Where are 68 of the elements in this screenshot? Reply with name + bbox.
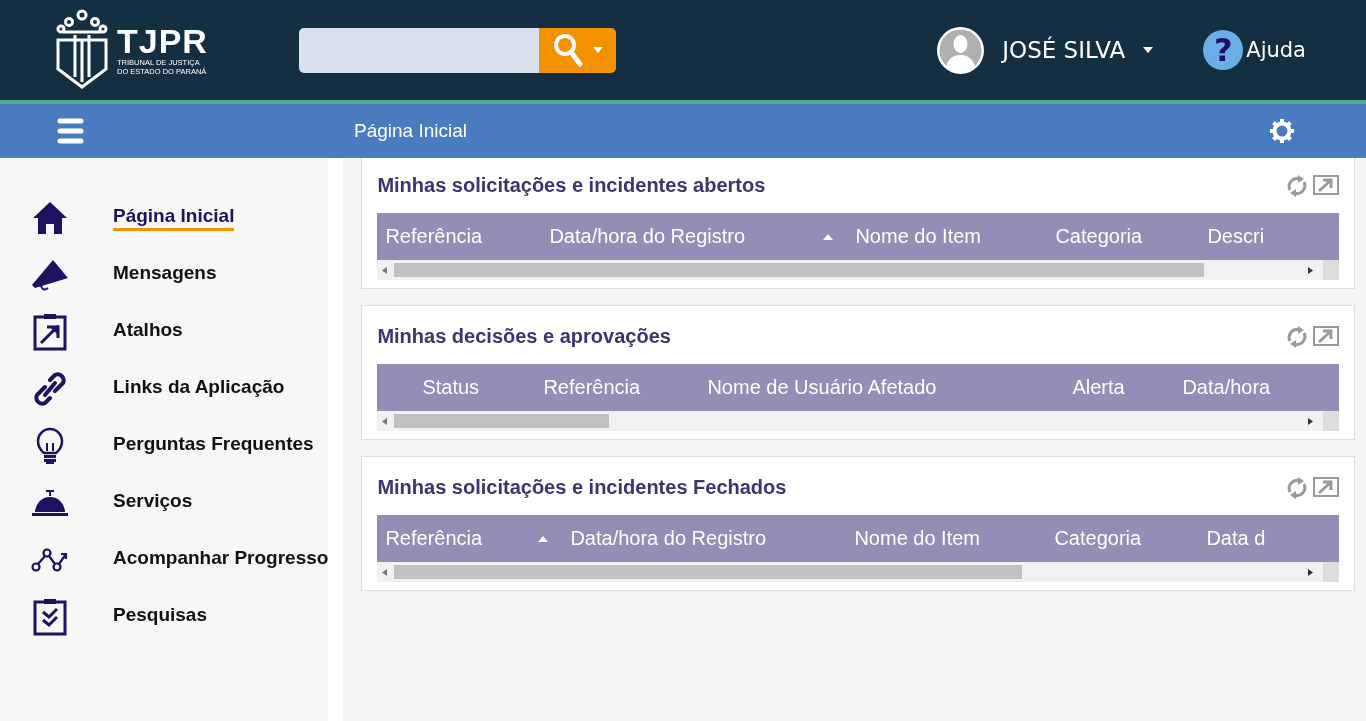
scroll-right-icon [1308,417,1314,425]
horizontal-scrollbar[interactable] [377,562,1340,582]
horizontal-scrollbar[interactable] [377,411,1340,431]
link-icon [32,369,67,408]
help-icon: ? [1203,30,1244,70]
user-menu[interactable]: JOSÉ SILVA [937,26,1154,74]
expand-button[interactable] [1313,325,1340,348]
scrollbar-thumb[interactable] [394,263,1205,277]
menu-icon [57,118,84,144]
help-link[interactable]: ? Ajuda [1203,30,1306,70]
column-header[interactable]: Nome do Item [846,527,1047,550]
panel-title: Minhas solicitações e incidentes abertos [377,174,766,197]
column-header[interactable]: Categoria [1046,527,1199,550]
column-header[interactable]: Nome do Item [847,225,1048,248]
scroll-left-icon [382,417,388,425]
expand-icon [1313,476,1340,497]
sidebar-item[interactable]: Mensagens [0,246,329,303]
column-header[interactable]: Descri [1199,225,1340,248]
scroll-right-icon [1308,568,1314,576]
sidebar-item[interactable]: Atalhos [0,303,329,360]
sidebar-item[interactable]: Acompanhar Progresso [0,531,329,588]
settings-icon [1270,119,1294,143]
caret-icon [592,47,603,53]
lightbulb-icon [35,426,64,465]
scroll-left-icon [382,568,388,576]
column-header[interactable]: Referência [377,527,563,550]
avatar-icon [937,26,985,74]
settings-button[interactable] [1270,119,1294,143]
page-title: Página Inicial [354,120,469,142]
sidebar-item[interactable]: Links da Aplicação [0,360,329,417]
scrollbar-corner [1323,411,1340,431]
expand-icon [1313,325,1340,346]
column-header[interactable]: Data/hora [1174,376,1335,399]
panel-title: Minhas decisões e aprovações [377,325,671,348]
column-header[interactable]: Nome de Usuário Afetado [699,376,1065,399]
sidebar-item[interactable]: Página Inicial [0,189,329,246]
scrollbar-thumb[interactable] [394,414,610,428]
column-header[interactable]: Categoria [1047,225,1200,248]
scroll-left-icon [382,266,388,274]
sidebar-item[interactable]: Serviços [0,474,329,531]
logo-text: TJPR [117,24,208,58]
search-icon [552,33,583,67]
column-header[interactable]: Data d [1198,527,1339,550]
column-header[interactable]: Data/hora do Registro [541,225,848,248]
column-header[interactable]: Referência [535,376,700,399]
scrollbar-corner [1323,562,1340,582]
search-field[interactable] [299,27,539,73]
clipboard-check-icon [32,597,67,636]
panel-title: Minhas solicitações e incidentes Fechados [377,476,787,499]
service-bell-icon [30,488,69,517]
menu-button[interactable] [57,118,84,144]
scrollbar-thumb[interactable] [394,565,1023,579]
column-header[interactable]: Data/hora do Registro [562,527,847,550]
search-button[interactable] [539,27,616,73]
scroll-right-icon [1308,266,1314,274]
scrollbar-corner [1323,260,1340,280]
caret-icon [1143,47,1154,53]
home-icon [31,199,68,236]
column-header[interactable]: Status [377,376,536,399]
progress-chart-icon [30,546,69,573]
sidebar-item[interactable]: Pesquisas [0,588,329,645]
horizontal-scrollbar[interactable] [377,260,1340,280]
expand-button[interactable] [1313,174,1340,197]
sidebar-item[interactable]: Perguntas Frequentes [0,417,329,474]
column-header[interactable]: Referência [377,225,542,248]
column-header[interactable]: Alerta [1064,376,1175,399]
expand-button[interactable] [1313,476,1340,499]
expand-icon [1313,174,1340,195]
